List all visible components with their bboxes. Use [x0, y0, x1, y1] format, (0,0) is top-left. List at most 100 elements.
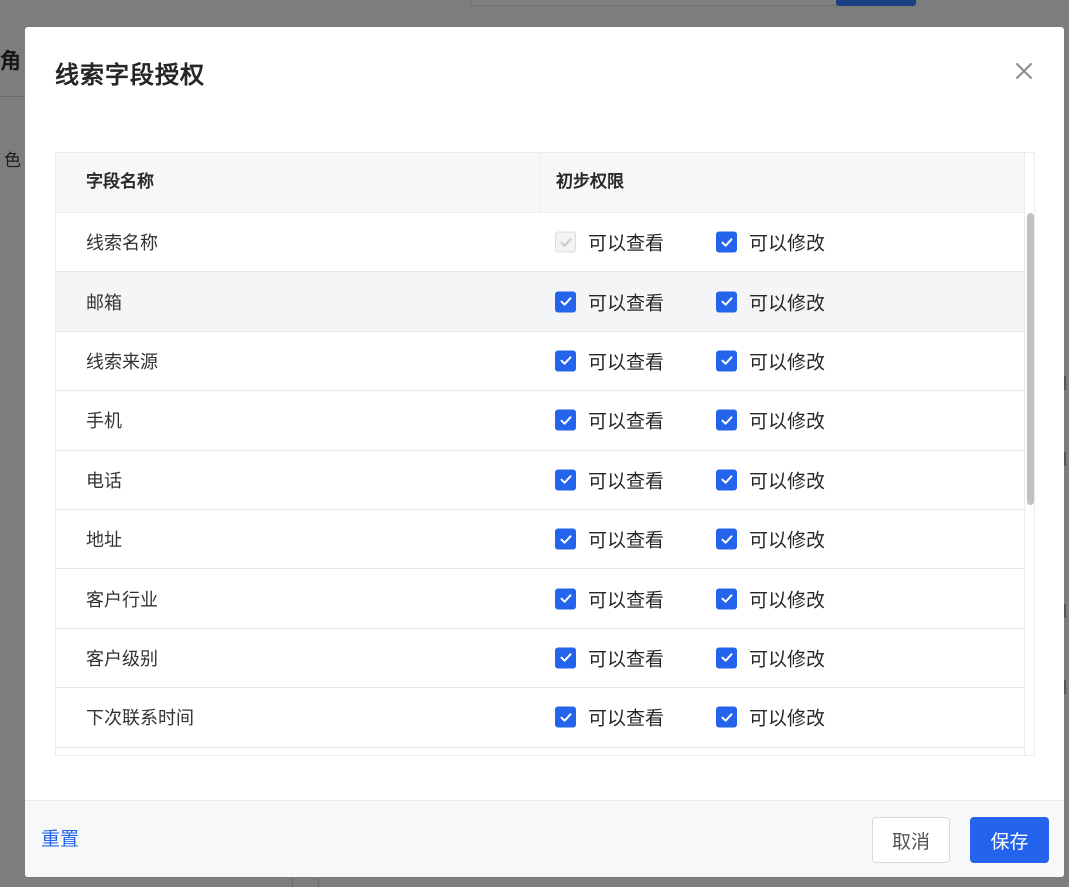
view-permission-checkbox[interactable]: 可以查看 [555, 526, 664, 553]
table-body: 线索名称 可以查看 可以修改 邮箱 可以查看 可以修改 线索来源 可以查看 可以修改 手机 可以查看… [56, 213, 1024, 748]
edit-permission-checkbox[interactable]: 可以修改 [716, 466, 825, 493]
checkmark-icon [721, 475, 732, 484]
edit-permission-checkbox[interactable]: 可以修改 [716, 526, 825, 553]
permission-table: 字段名称 初步权限 线索名称 可以查看 可以修改 邮箱 可以查看 可以修改 线索来源 可以查看… [55, 152, 1035, 756]
view-permission-checkbox[interactable]: 可以查看 [555, 644, 664, 671]
view-permission-checkbox[interactable]: 可以查看 [555, 288, 664, 315]
header-scroll-gutter [1024, 153, 1034, 213]
edit-permission-checkbox[interactable]: 可以修改 [716, 644, 825, 671]
background-heading: 角 [0, 49, 21, 73]
cancel-button[interactable]: 取消 [872, 817, 950, 863]
checkmark-icon [560, 237, 571, 247]
dialog-footer: 重置 取消 保存 [25, 800, 1064, 877]
table-row: 地址 可以查看 可以修改 [56, 509, 1024, 570]
checkmark-icon [560, 594, 571, 603]
field-name-cell: 电话 [86, 470, 122, 492]
edit-permission-checkbox[interactable]: 可以修改 [716, 704, 825, 731]
checkmark-icon [560, 356, 571, 366]
edit-permission-checkbox[interactable]: 可以修改 [716, 229, 825, 256]
checkmark-icon [721, 356, 732, 366]
table-row: 客户级别 可以查看 可以修改 [56, 628, 1024, 689]
checkbox-label: 可以查看 [588, 232, 665, 255]
background-fragment [1064, 376, 1069, 390]
table-header: 字段名称 初步权限 [56, 153, 1024, 213]
checkbox-label: 可以修改 [749, 351, 826, 374]
reset-button[interactable]: 重置 [41, 801, 79, 877]
view-permission-checkbox[interactable]: 可以查看 [555, 466, 664, 493]
checkbox-box [716, 528, 737, 550]
checkmark-icon [560, 416, 571, 425]
background-divider [0, 96, 26, 97]
checkbox-label: 可以修改 [749, 529, 826, 552]
checkmark-icon [721, 653, 732, 663]
checkbox-box [555, 528, 576, 550]
checkmark-icon [721, 713, 732, 722]
view-permission-checkbox[interactable]: 可以查看 [555, 347, 664, 374]
checkbox-box [716, 647, 737, 669]
checkmark-icon [721, 416, 732, 425]
edit-permission-checkbox[interactable]: 可以修改 [716, 288, 825, 315]
background-fragment [1064, 680, 1069, 694]
checkbox-label: 可以修改 [749, 232, 826, 255]
view-permission-checkbox[interactable]: 可以查看 [555, 704, 664, 731]
checkbox-box [716, 291, 737, 313]
checkmark-icon [721, 534, 732, 544]
checkbox-box [555, 350, 576, 372]
close-button[interactable] [1010, 57, 1038, 85]
view-permission-checkbox[interactable]: 可以查看 [555, 585, 664, 612]
background-fragment [1064, 604, 1069, 618]
dialog-title: 线索字段授权 [55, 61, 205, 89]
close-icon [1016, 63, 1032, 79]
background-search-button [836, 0, 916, 6]
checkmark-icon [560, 297, 571, 306]
checkbox-box [716, 706, 737, 728]
background-fragment [1064, 452, 1069, 466]
table-scrollbar[interactable] [1024, 213, 1034, 755]
checkmark-icon [560, 713, 571, 722]
checkbox-label: 可以修改 [749, 470, 826, 493]
table-row: 邮箱 可以查看 可以修改 [56, 272, 1024, 332]
checkbox-box [555, 469, 576, 491]
checkmark-icon [721, 297, 732, 306]
table-row: 线索来源 可以查看 可以修改 [56, 331, 1024, 392]
edit-permission-checkbox[interactable]: 可以修改 [716, 407, 825, 434]
table-row: 手机 可以查看 可以修改 [56, 391, 1024, 451]
checkbox-label: 可以修改 [749, 589, 826, 612]
checkbox-box [555, 588, 576, 610]
checkmark-icon [560, 475, 571, 484]
field-name-cell: 线索名称 [86, 233, 158, 255]
checkbox-label: 可以查看 [588, 292, 665, 315]
background-divider [318, 878, 319, 887]
checkbox-box [555, 291, 576, 313]
field-name-cell: 手机 [86, 411, 122, 433]
checkbox-box [716, 588, 737, 610]
table-row: 客户行业 可以查看 可以修改 [56, 569, 1024, 629]
checkmark-icon [560, 653, 571, 663]
field-name-cell: 邮箱 [86, 292, 122, 314]
edit-permission-checkbox[interactable]: 可以修改 [716, 585, 825, 612]
edit-permission-checkbox[interactable]: 可以修改 [716, 347, 825, 374]
table-row: 下次联系时间 可以查看 可以修改 [56, 688, 1024, 748]
background-divider [292, 878, 293, 887]
save-button[interactable]: 保存 [970, 817, 1049, 863]
column-header-permission: 初步权限 [556, 172, 624, 192]
background-search-input [470, 0, 840, 6]
checkbox-box [555, 647, 576, 669]
checkbox-box [555, 409, 576, 431]
column-header-field-name: 字段名称 [86, 172, 154, 192]
checkbox-label: 可以修改 [749, 707, 826, 730]
field-name-cell: 线索来源 [86, 351, 158, 373]
header-divider [539, 153, 540, 212]
checkbox-box [555, 706, 576, 728]
field-permission-dialog: 线索字段授权 字段名称 初步权限 线索名称 可以查看 可以修改 邮箱 可以查看 可以修改线… [25, 27, 1064, 877]
table-row: 电话 可以查看 可以修改 [56, 450, 1024, 510]
checkbox-label: 可以查看 [588, 410, 665, 433]
view-permission-checkbox[interactable]: 可以查看 [555, 407, 664, 434]
scrollbar-thumb[interactable] [1027, 213, 1034, 505]
checkbox-label: 可以查看 [588, 707, 665, 730]
checkbox-box [555, 231, 576, 253]
checkmark-icon [721, 237, 732, 247]
field-name-cell: 下次联系时间 [86, 708, 194, 730]
checkbox-label: 可以修改 [749, 648, 826, 671]
checkbox-box [716, 231, 737, 253]
